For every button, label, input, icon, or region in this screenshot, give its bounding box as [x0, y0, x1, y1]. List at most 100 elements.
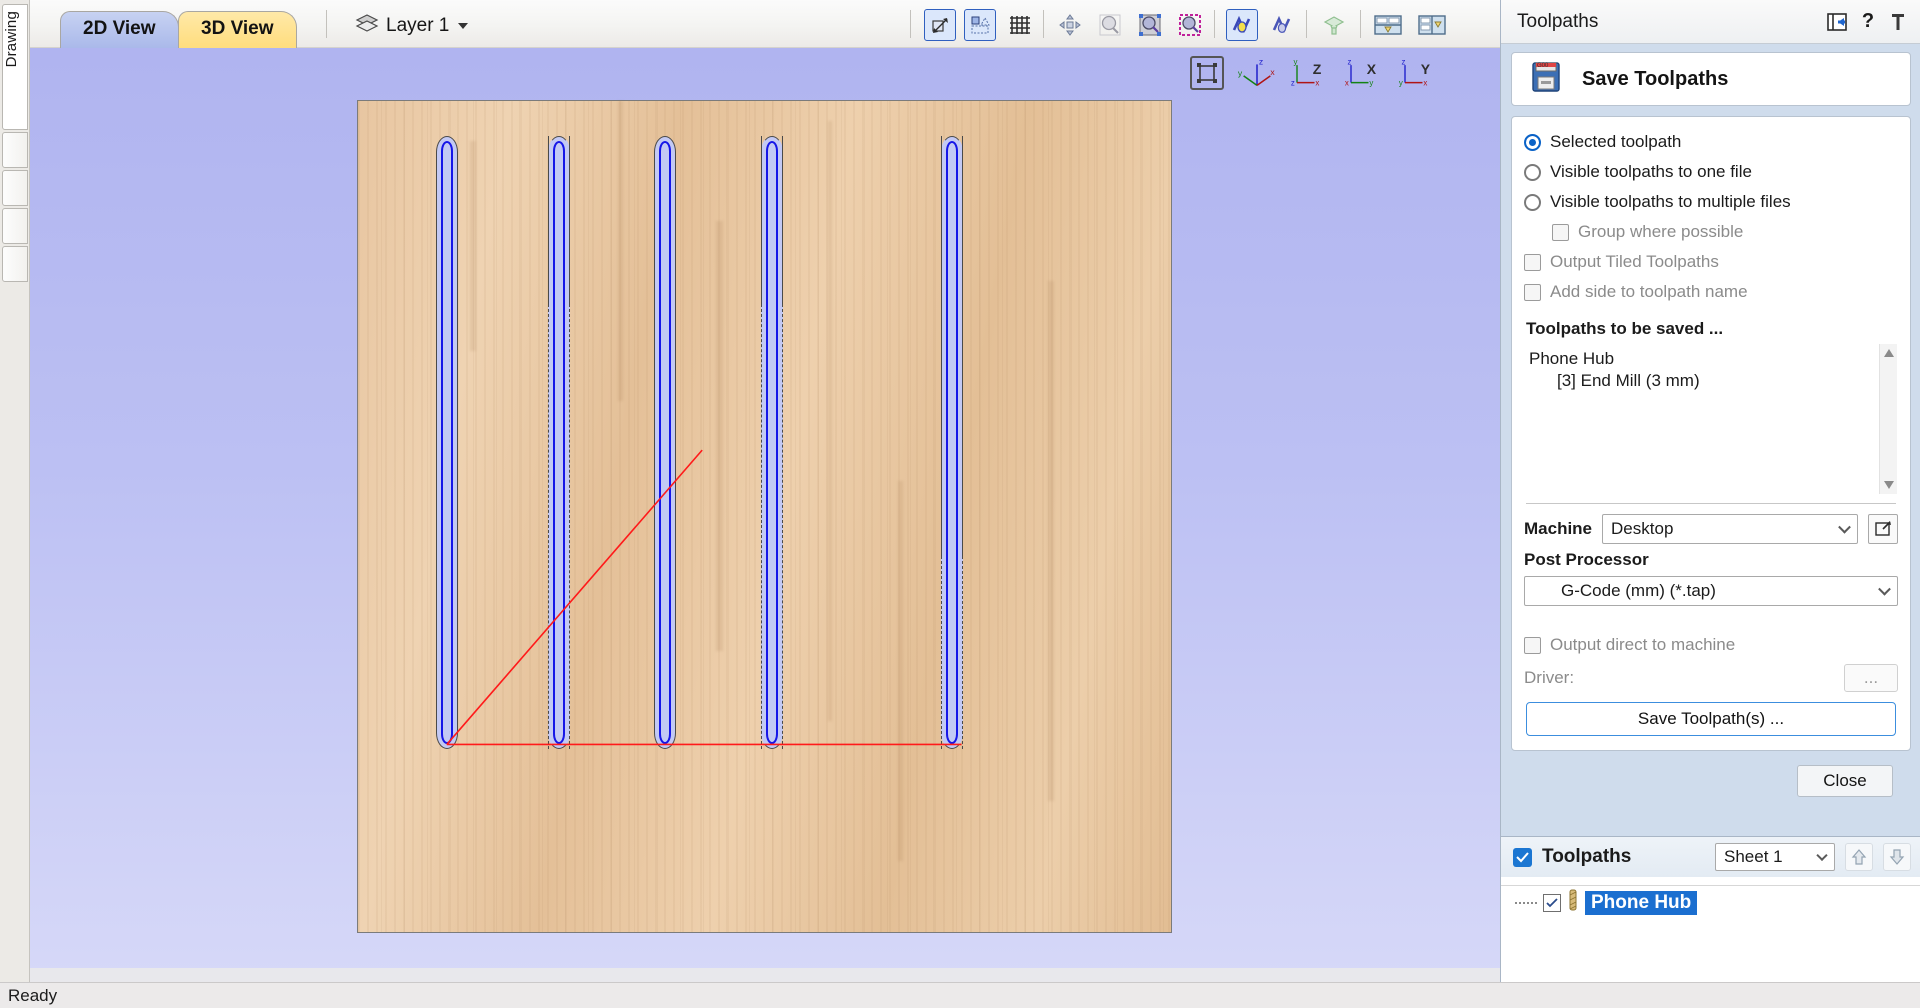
zoom-selection-icon[interactable] — [1174, 9, 1206, 41]
svg-text:y: y — [1369, 78, 1373, 87]
table-row[interactable]: Phone Hub — [1501, 885, 1920, 915]
machine-select[interactable]: Desktop — [1602, 514, 1858, 544]
radio-visible-multiple-files-label: Visible toolpaths to multiple files — [1550, 192, 1791, 212]
sheet-select[interactable]: Sheet 1 — [1715, 843, 1835, 871]
checkbox-group-where-possible[interactable]: Group where possible — [1524, 217, 1898, 247]
toggle-model-icon[interactable] — [1318, 9, 1350, 41]
toolpaths-to-be-saved-list[interactable]: Phone Hub [3] End Mill (3 mm) — [1524, 343, 1898, 495]
tab-3d-view-label: 3D View — [201, 18, 274, 39]
save-toolpaths-title: Save Toolpaths — [1582, 68, 1728, 91]
chevron-down-icon — [1878, 583, 1891, 596]
zoom-extents-icon[interactable] — [1094, 9, 1126, 41]
checkbox-add-side-to-toolpath-name-box — [1524, 284, 1541, 301]
tab-2d-view[interactable]: 2D View — [60, 11, 179, 48]
toolbar-separator-5 — [1306, 10, 1307, 38]
close-button[interactable]: Close — [1797, 765, 1893, 797]
pan-view-icon[interactable] — [1054, 9, 1086, 41]
svg-text:y: y — [1399, 78, 1403, 87]
split-view-vertical-icon[interactable] — [1416, 9, 1448, 41]
tab-3d-view[interactable]: 3D View — [178, 11, 297, 48]
toolpaths-dock: Toolpaths ? — [1500, 0, 1920, 988]
scroll-up-icon[interactable] — [1880, 344, 1898, 362]
radio-selected-toolpath-mark — [1524, 134, 1541, 151]
checkbox-output-direct-to-machine-label: Output direct to machine — [1550, 635, 1735, 655]
move-down-icon[interactable] — [1883, 843, 1911, 871]
save-toolpaths-icon: G00 — [1528, 59, 1564, 100]
list-item[interactable]: [3] End Mill (3 mm) — [1527, 370, 1895, 392]
chevron-down-icon — [1816, 850, 1827, 861]
front-view-x-icon[interactable]: z y x X — [1344, 54, 1386, 92]
svg-text:x: x — [1345, 78, 1349, 87]
svg-text:x: x — [1270, 67, 1275, 77]
status-text: Ready — [8, 986, 57, 1006]
checkbox-output-tiled-toolpaths-label: Output Tiled Toolpaths — [1550, 252, 1719, 272]
scale-object-icon[interactable] — [924, 9, 956, 41]
toggle-grid-icon[interactable] — [1004, 9, 1036, 41]
toggle-toolpath-preview-icon[interactable] — [1226, 9, 1258, 41]
radio-visible-one-file-label: Visible toolpaths to one file — [1550, 162, 1752, 182]
radio-visible-multiple-files[interactable]: Visible toolpaths to multiple files — [1524, 187, 1898, 217]
material-block — [357, 100, 1172, 933]
tree-connector-icon — [1515, 902, 1537, 904]
move-up-icon[interactable] — [1845, 843, 1873, 871]
slot-pocket-2 — [548, 136, 570, 749]
align-objects-icon[interactable] — [964, 9, 996, 41]
radio-selected-toolpath-label: Selected toolpath — [1550, 132, 1681, 152]
side-view-y-icon[interactable]: z x y Y — [1398, 54, 1440, 92]
toolbar-separator-3 — [1043, 10, 1044, 38]
viewport-3d[interactable]: z y x y x z Z z y x X — [30, 48, 1500, 978]
save-toolpaths-button[interactable]: Save Toolpath(s) ... — [1526, 702, 1896, 736]
toolpath-line-1 — [441, 141, 453, 744]
help-icon[interactable]: ? — [1856, 10, 1880, 34]
machine-row: Machine Desktop — [1524, 514, 1898, 544]
scroll-down-icon[interactable] — [1880, 476, 1898, 494]
machine-select-value: Desktop — [1611, 519, 1673, 539]
driver-row: Driver: ... — [1524, 664, 1898, 692]
isometric-view-icon[interactable]: z y x — [1236, 54, 1278, 92]
checkbox-add-side-to-toolpath-name[interactable]: Add side to toolpath name — [1524, 277, 1898, 307]
toggle-toolpaths-icon[interactable] — [1266, 9, 1298, 41]
svg-text:G00: G00 — [1537, 63, 1549, 69]
toolpaths-to-be-saved-title: Toolpaths to be saved ... — [1526, 319, 1898, 339]
driver-label: Driver: — [1524, 668, 1834, 688]
top-view-z-icon[interactable]: y x z Z — [1290, 54, 1332, 92]
sidebar-tab-drawing[interactable]: Drawing — [2, 4, 28, 130]
checkbox-group-where-possible-box — [1552, 224, 1569, 241]
collapse-panel-icon[interactable] — [1826, 10, 1850, 34]
sidebar-tab-5[interactable] — [2, 246, 28, 282]
checkbox-output-tiled-toolpaths-box — [1524, 254, 1541, 271]
view-cube-icon[interactable] — [1190, 56, 1224, 90]
sidebar-tab-3[interactable] — [2, 170, 28, 206]
pin-panel-icon[interactable] — [1886, 10, 1910, 34]
viewport-horizontal-scrollbar[interactable] — [30, 968, 1500, 982]
toolpaths-master-checkbox[interactable] — [1513, 848, 1532, 867]
toolbar-separator-4 — [1214, 10, 1215, 38]
toolpath-line-5 — [946, 141, 958, 744]
toolpath-row-checkbox[interactable] — [1543, 894, 1561, 912]
list-item[interactable]: Phone Hub — [1527, 348, 1895, 370]
edit-machine-icon[interactable] — [1868, 514, 1898, 544]
sidebar-tab-2[interactable] — [2, 132, 28, 168]
layer-name-label: Layer 1 — [386, 15, 449, 37]
save-toolpaths-heading: G00 Save Toolpaths — [1511, 52, 1911, 106]
driver-browse-button[interactable]: ... — [1844, 664, 1898, 692]
radio-visible-one-file[interactable]: Visible toolpaths to one file — [1524, 157, 1898, 187]
chevron-down-icon — [458, 23, 468, 29]
list-scrollbar[interactable] — [1879, 344, 1897, 494]
split-view-horizontal-icon[interactable] — [1372, 9, 1404, 41]
status-bar: Ready — [0, 982, 1920, 1008]
sidebar-tab-4[interactable] — [2, 208, 28, 244]
post-processor-select[interactable]: G-Code (mm) (*.tap) — [1524, 576, 1898, 606]
toolpath-list-title: Toolpaths — [1542, 846, 1705, 868]
toolpath-line-4 — [766, 141, 778, 744]
checkbox-output-direct-to-machine[interactable]: Output direct to machine — [1524, 630, 1898, 660]
zoom-to-drawing-icon[interactable] — [1134, 9, 1166, 41]
layer-selector[interactable]: Layer 1 — [355, 11, 468, 41]
toolbar-separator-6 — [1360, 10, 1361, 38]
svg-text:y: y — [1238, 68, 1243, 78]
svg-text:z: z — [1348, 57, 1352, 66]
post-processor-select-value: G-Code (mm) (*.tap) — [1561, 581, 1716, 601]
toolpath-list-header: Toolpaths Sheet 1 — [1501, 837, 1920, 877]
radio-selected-toolpath[interactable]: Selected toolpath — [1524, 127, 1898, 157]
checkbox-output-tiled-toolpaths[interactable]: Output Tiled Toolpaths — [1524, 247, 1898, 277]
